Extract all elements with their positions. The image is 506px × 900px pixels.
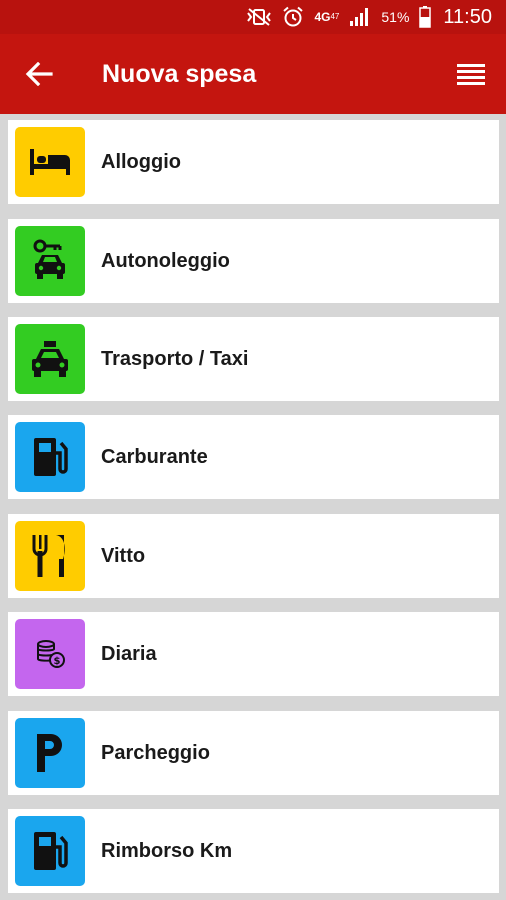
category-label: Diaria xyxy=(101,642,157,665)
arrow-left-icon xyxy=(25,62,53,86)
category-item-trasporto-taxi[interactable]: Trasporto / Taxi xyxy=(8,317,499,401)
category-tile: $ xyxy=(15,619,85,689)
status-time: 11:50 xyxy=(443,5,492,28)
fuel-pump-icon xyxy=(34,832,68,870)
category-tile xyxy=(15,718,85,788)
page-title: Nuova spesa xyxy=(102,59,257,88)
category-item-carburante[interactable]: Carburante xyxy=(8,415,499,499)
battery-icon xyxy=(419,6,432,28)
network-sub-label: 47 xyxy=(330,12,340,21)
parking-icon xyxy=(37,734,62,772)
category-tile xyxy=(15,127,85,197)
network-4g-icon: 4G 47 xyxy=(314,10,340,24)
category-label: Vitto xyxy=(101,544,146,567)
vibrate-off-icon xyxy=(246,8,272,26)
taxi-icon xyxy=(32,341,68,377)
list-menu-icon xyxy=(457,64,485,85)
bed-icon xyxy=(30,149,70,175)
status-bar: 4G 47 51% 11:50 xyxy=(0,0,506,34)
cutlery-icon xyxy=(32,535,65,577)
category-item-rimborso-km[interactable]: Rimborso Km xyxy=(8,809,499,893)
menu-button[interactable] xyxy=(436,34,506,114)
signal-icon xyxy=(349,7,371,27)
battery-percent: 51% xyxy=(381,9,410,25)
coins-icon: $ xyxy=(37,640,65,668)
category-label: Rimborso Km xyxy=(101,839,233,862)
category-label: Carburante xyxy=(101,445,208,468)
category-item-vitto[interactable]: Vitto xyxy=(8,514,499,598)
category-label: Alloggio xyxy=(101,150,181,173)
category-item-alloggio[interactable]: Alloggio xyxy=(8,120,499,204)
alarm-icon xyxy=(282,6,304,28)
back-button[interactable] xyxy=(0,34,78,114)
category-item-autonoleggio[interactable]: Autonoleggio xyxy=(8,219,499,303)
svg-text:$: $ xyxy=(54,656,61,667)
car-key-icon xyxy=(33,239,65,279)
fuel-pump-icon xyxy=(34,438,68,476)
category-tile xyxy=(15,816,85,886)
category-label: Trasporto / Taxi xyxy=(101,347,249,370)
category-label: Parcheggio xyxy=(101,741,210,764)
category-tile xyxy=(15,422,85,492)
category-item-diaria[interactable]: $ Diaria xyxy=(8,612,499,696)
network-label: 4G xyxy=(314,10,331,24)
app-bar: Nuova spesa xyxy=(0,34,506,114)
category-tile xyxy=(15,521,85,591)
category-tile xyxy=(15,324,85,394)
category-label: Autonoleggio xyxy=(101,249,230,272)
category-tile xyxy=(15,226,85,296)
category-item-parcheggio[interactable]: Parcheggio xyxy=(8,711,499,795)
